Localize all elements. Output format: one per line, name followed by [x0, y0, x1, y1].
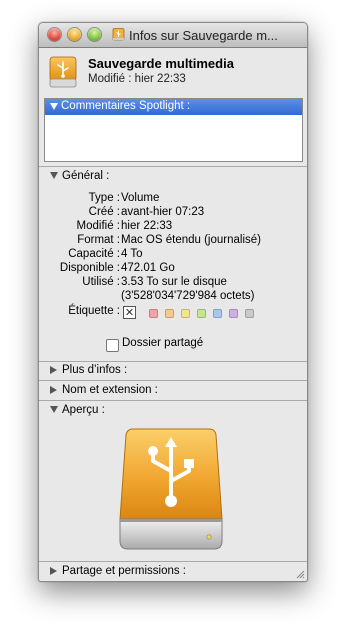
title-bar[interactable]: Infos sur Sauvegarde m...: [39, 23, 307, 48]
info-row-used: Utilisé : 3.53 To sur le disque: [39, 276, 307, 290]
header-modified-value: hier 22:33: [134, 73, 186, 85]
info-value: Mac OS étendu (journalisé): [121, 234, 261, 246]
info-value: avant-hier 07:23: [121, 206, 205, 218]
info-key: Type :: [88, 192, 120, 204]
info-key: Format :: [77, 234, 120, 246]
label-field-key: Étiquette :: [68, 305, 120, 317]
info-key: Modifié :: [76, 220, 120, 232]
window-title: Infos sur Sauvegarde m...: [129, 28, 278, 43]
divider: [39, 400, 307, 401]
section-preview-label: Aperçu :: [62, 404, 105, 416]
resize-grip-icon[interactable]: [295, 569, 305, 579]
label-swatch-yellow[interactable]: [181, 309, 190, 318]
section-preview[interactable]: Aperçu :: [39, 403, 307, 419]
section-general[interactable]: Général :: [39, 169, 307, 185]
section-sharing-label: Partage et permissions :: [62, 565, 187, 577]
label-swatch-red[interactable]: [149, 309, 158, 318]
divider: [39, 561, 307, 562]
info-row-created: Créé : avant-hier 07:23: [39, 206, 307, 220]
spotlight-label: Commentaires Spotlight :: [61, 100, 191, 112]
info-key: Disponible :: [59, 262, 120, 274]
info-key: Créé :: [88, 206, 120, 218]
label-swatch-green[interactable]: [197, 309, 206, 318]
info-row-modified: Modifié : hier 22:33: [39, 220, 307, 234]
section-name-extension-label: Nom et extension :: [62, 384, 158, 396]
shared-folder-checkbox[interactable]: [106, 339, 119, 352]
info-value: 472.01 Go: [121, 262, 175, 274]
info-key: Utilisé :: [82, 276, 120, 288]
info-row-format: Format : Mac OS étendu (journalisé): [39, 234, 307, 248]
header-modified-label: Modifié :: [88, 73, 132, 85]
divider: [39, 380, 307, 381]
usb-drive-icon: [49, 56, 77, 88]
info-value: 4 To: [121, 248, 143, 260]
divider: [39, 361, 307, 362]
header-modified: Modifié : hier 22:33: [88, 73, 186, 85]
info-row-available: Disponible : 472.01 Go: [39, 262, 307, 276]
info-value: 3.53 To sur le disque: [121, 276, 227, 288]
label-swatch-gray[interactable]: [245, 309, 254, 318]
info-window: Infos sur Sauvegarde m... Sauvegarde mul…: [38, 22, 308, 582]
info-row-type: Type : Volume: [39, 192, 307, 206]
section-more-info-label: Plus d’infos :: [62, 364, 128, 376]
usb-drive-icon: [112, 28, 125, 41]
info-row-used-bytes: (3'528'034'729'984 octets): [39, 290, 307, 304]
no-label-x-icon[interactable]: ✕: [123, 306, 136, 319]
info-value: (3'528'034'729'984 octets): [121, 290, 255, 302]
spotlight-header[interactable]: Commentaires Spotlight :: [45, 99, 302, 115]
volume-name: Sauvegarde multimedia: [88, 56, 234, 71]
section-more-info[interactable]: Plus d’infos :: [39, 363, 307, 379]
label-swatch-purple[interactable]: [229, 309, 238, 318]
disclosure-triangle-icon[interactable]: [50, 386, 57, 394]
disclosure-triangle-icon[interactable]: [50, 406, 58, 413]
disclosure-triangle-icon[interactable]: [50, 567, 57, 575]
file-header: Sauvegarde multimedia Modifié : hier 22:…: [39, 48, 307, 94]
label-swatch-blue[interactable]: [213, 309, 222, 318]
shared-folder-label: Dossier partagé: [122, 337, 204, 349]
info-key: Capacité :: [68, 248, 120, 260]
disclosure-triangle-icon[interactable]: [50, 103, 58, 110]
section-name-extension[interactable]: Nom et extension :: [39, 383, 307, 399]
close-button[interactable]: [48, 28, 61, 41]
info-row-capacity: Capacité : 4 To: [39, 248, 307, 262]
usb-drive-preview-icon: [119, 428, 223, 550]
spotlight-comments[interactable]: Commentaires Spotlight :: [44, 98, 303, 162]
section-general-label: Général :: [62, 170, 110, 182]
info-value: Volume: [121, 192, 160, 204]
section-sharing-permissions[interactable]: Partage et permissions :: [39, 564, 307, 580]
minimize-button[interactable]: [68, 28, 81, 41]
info-value: hier 22:33: [121, 220, 173, 232]
label-swatch-orange[interactable]: [165, 309, 174, 318]
disclosure-triangle-icon[interactable]: [50, 172, 58, 179]
zoom-button[interactable]: [88, 28, 101, 41]
disclosure-triangle-icon[interactable]: [50, 366, 57, 374]
divider: [39, 166, 307, 167]
